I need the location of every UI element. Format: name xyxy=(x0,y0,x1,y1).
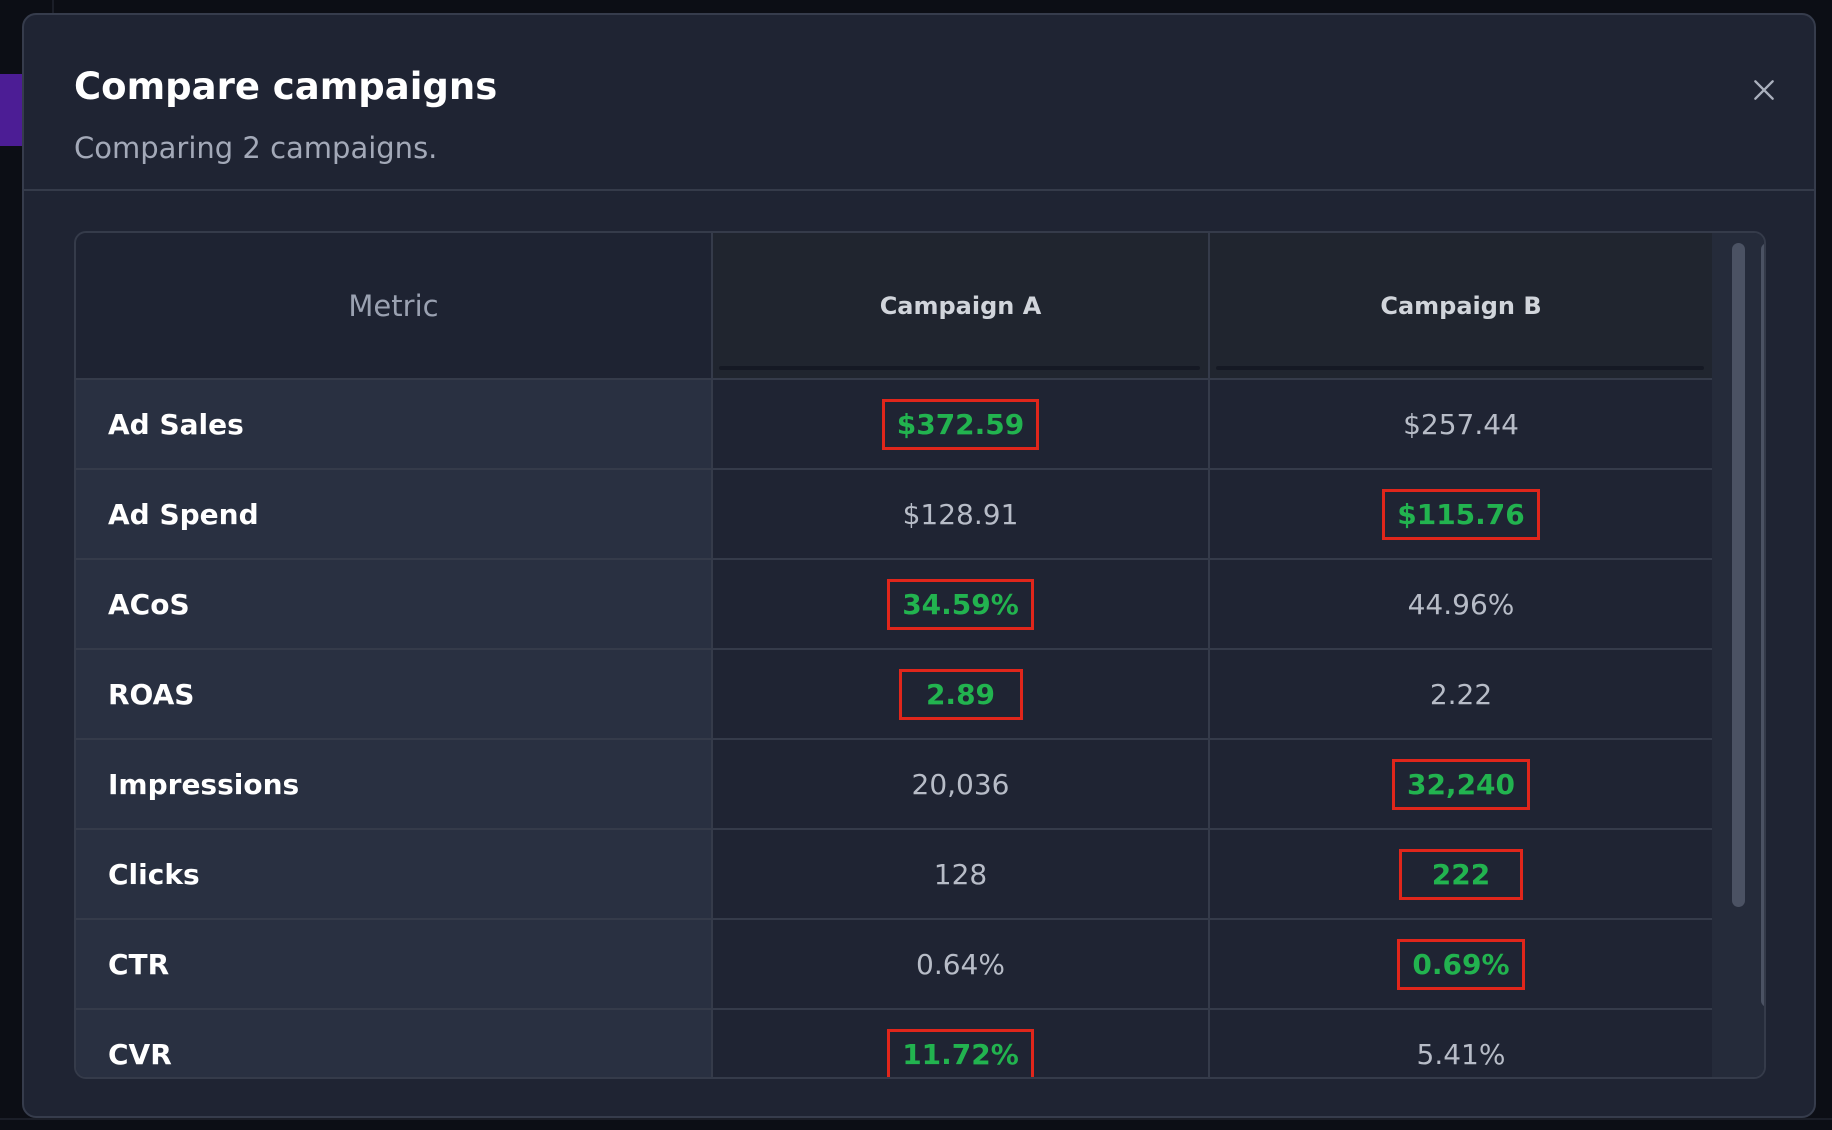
campaign-b-cell: 32,240 xyxy=(1210,740,1712,828)
column-header-label: Metric xyxy=(348,288,439,323)
campaign-b-value-best: 0.69% xyxy=(1397,938,1525,990)
metric-cell: ACoS xyxy=(76,560,713,648)
metric-cell: Impressions xyxy=(76,740,713,828)
modal-title: Compare campaigns xyxy=(74,65,498,108)
scrollbar-thumb[interactable] xyxy=(1761,243,1764,1007)
campaign-a-value-best: 34.59% xyxy=(887,578,1034,630)
campaign-a-cell: $372.59 xyxy=(713,380,1210,468)
close-button[interactable] xyxy=(1746,72,1782,108)
campaign-a-cell: 2.89 xyxy=(713,650,1210,738)
table-row: ACoS 34.59% 44.96% xyxy=(76,560,1712,650)
campaign-a-value: 0.64% xyxy=(916,947,1005,981)
campaign-a-value: 128 xyxy=(933,857,988,891)
campaign-b-cell: 5.41% xyxy=(1210,1010,1712,1077)
column-header-label: Campaign A xyxy=(879,291,1042,320)
metric-label: CVR xyxy=(108,1037,172,1071)
campaign-a-cell: 34.59% xyxy=(713,560,1210,648)
campaign-a-cell: 128 xyxy=(713,830,1210,918)
campaign-a-value-best: 11.72% xyxy=(887,1028,1034,1077)
metric-label: Clicks xyxy=(108,857,200,891)
campaign-b-cell: 222 xyxy=(1210,830,1712,918)
background-divider xyxy=(0,1118,1832,1120)
table-row: CTR 0.64% 0.69% xyxy=(76,920,1712,1010)
comparison-table: Metric Campaign A Campaign B Ad Sales $3… xyxy=(74,231,1766,1079)
metric-cell: Ad Sales xyxy=(76,380,713,468)
campaign-b-cell: 0.69% xyxy=(1210,920,1712,1008)
campaign-b-value-best: 32,240 xyxy=(1391,758,1531,810)
campaign-b-value: 5.41% xyxy=(1416,1037,1506,1071)
campaign-a-cell: 0.64% xyxy=(713,920,1210,1008)
campaign-b-value-best: 222 xyxy=(1399,848,1523,900)
modal-header: Compare campaigns Comparing 2 campaigns. xyxy=(24,15,1814,191)
column-header-campaign-b: Campaign B xyxy=(1210,233,1712,378)
metric-label: Ad Sales xyxy=(108,407,244,441)
table-row: Ad Sales $372.59 $257.44 xyxy=(76,380,1712,470)
close-icon xyxy=(1754,80,1774,100)
campaign-a-cell: 11.72% xyxy=(713,1010,1210,1077)
table-row: Impressions 20,036 32,240 xyxy=(76,740,1712,830)
campaign-a-value-best: 2.89 xyxy=(898,668,1023,720)
table-header: Metric Campaign A Campaign B xyxy=(76,233,1712,380)
metric-label: Ad Spend xyxy=(108,497,259,531)
metric-label: ROAS xyxy=(108,677,195,711)
table-row: CVR 11.72% 5.41% xyxy=(76,1010,1712,1077)
metric-label: Impressions xyxy=(108,767,300,801)
metric-cell: CTR xyxy=(76,920,713,1008)
table-row: ROAS 2.89 2.22 xyxy=(76,650,1712,740)
campaign-b-cell: 44.96% xyxy=(1210,560,1712,648)
modal-subtitle: Comparing 2 campaigns. xyxy=(74,131,438,165)
column-header-underline xyxy=(1216,366,1704,370)
table-body: Ad Sales $372.59 $257.44 Ad Spend $128.9… xyxy=(76,380,1712,1077)
table-row: Clicks 128 222 xyxy=(76,830,1712,920)
column-header-campaign-a: Campaign A xyxy=(713,233,1210,378)
metric-label: CTR xyxy=(108,947,170,981)
campaign-a-cell: 20,036 xyxy=(713,740,1210,828)
campaign-a-value-best: $372.59 xyxy=(881,398,1040,450)
metric-cell: Clicks xyxy=(76,830,713,918)
metric-label: ACoS xyxy=(108,587,190,621)
campaign-b-value: 2.22 xyxy=(1429,677,1493,711)
table-row: Ad Spend $128.91 $115.76 xyxy=(76,470,1712,560)
campaign-b-cell: 2.22 xyxy=(1210,650,1712,738)
background-divider xyxy=(52,0,54,13)
background-accent xyxy=(0,74,22,146)
campaign-b-cell: $257.44 xyxy=(1210,380,1712,468)
column-header-underline xyxy=(719,366,1200,370)
metric-cell: Ad Spend xyxy=(76,470,713,558)
metric-cell: CVR xyxy=(76,1010,713,1077)
campaign-b-value-best: $115.76 xyxy=(1382,488,1540,540)
campaign-a-value: $128.91 xyxy=(902,497,1019,531)
campaign-b-cell: $115.76 xyxy=(1210,470,1712,558)
campaign-a-cell: $128.91 xyxy=(713,470,1210,558)
campaign-b-value: 44.96% xyxy=(1407,587,1515,621)
column-header-metric: Metric xyxy=(76,233,713,378)
campaign-b-value: $257.44 xyxy=(1403,407,1519,441)
column-header-label: Campaign B xyxy=(1380,291,1542,320)
scrollbar-thumb[interactable] xyxy=(1732,243,1745,907)
compare-campaigns-modal: Compare campaigns Comparing 2 campaigns.… xyxy=(22,13,1816,1118)
metric-cell: ROAS xyxy=(76,650,713,738)
campaign-a-value: 20,036 xyxy=(911,767,1010,801)
